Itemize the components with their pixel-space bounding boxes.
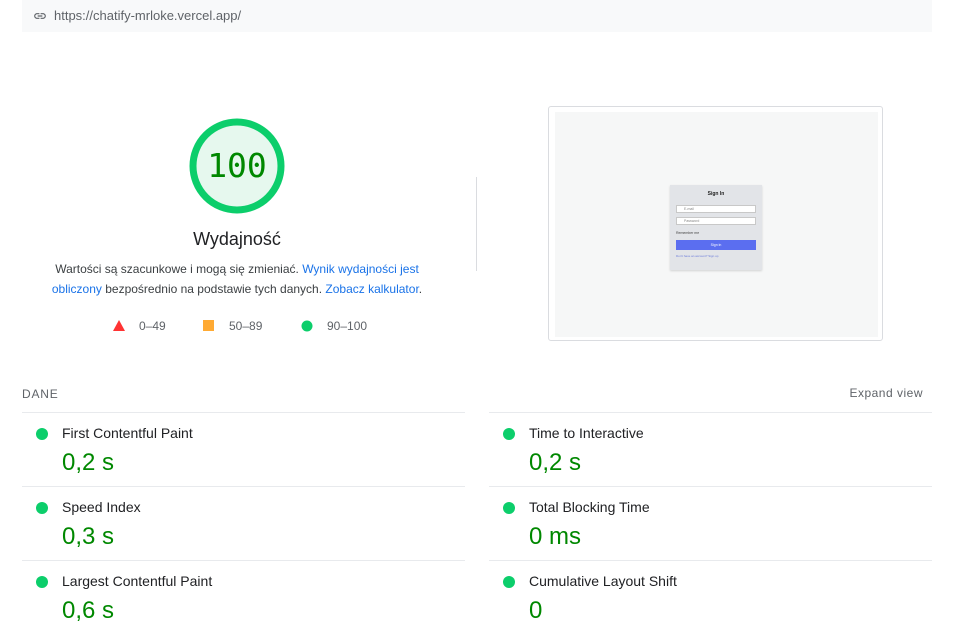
pass-circle-icon (503, 428, 515, 440)
metric-largest-contentful-paint: Largest Contentful Paint 0,6 s (22, 560, 465, 635)
pass-circle-icon (503, 502, 515, 514)
metric-cumulative-layout-shift: Cumulative Layout Shift 0 (489, 560, 932, 635)
metric-total-blocking-time: Total Blocking Time 0 ms (489, 486, 932, 561)
metric-value: 0 ms (529, 523, 582, 550)
expand-view-button[interactable]: Expand view (849, 386, 923, 400)
link-icon (34, 13, 46, 19)
performance-title: Wydajność (193, 229, 281, 249)
metric-value: 0 (529, 597, 543, 624)
description-text-3: . (418, 282, 423, 296)
screenshot-viewport: Sign In E-mail Password Remember me Sign… (555, 112, 878, 337)
calculator-link[interactable]: Zobacz kalkulator (325, 282, 418, 296)
url-bar: https://chatify-mrloke.vercel.app/ (22, 0, 932, 32)
square-icon (203, 320, 214, 331)
email-field-preview: E-mail (676, 205, 756, 213)
metric-value: 0,3 s (62, 523, 115, 550)
score-description: Wartości są szacunkowe i mogą się zmieni… (40, 259, 434, 299)
signin-button-preview: Sign in (676, 240, 756, 250)
remember-me-preview: Remember me (676, 231, 700, 235)
metric-time-to-interactive: Time to Interactive 0,2 s (489, 412, 932, 487)
pass-circle-icon (503, 576, 515, 588)
description-text: Wartości są szacunkowe i mogą się zmieni… (55, 262, 303, 276)
legend-label-fail: 0–49 (139, 319, 166, 333)
description-text-2: bezpośrednio na podstawie tych danych. (101, 282, 326, 296)
circle-icon (301, 320, 313, 332)
password-field-preview: Password (676, 217, 756, 225)
signup-link-preview: Don't have an account? Sign up (676, 254, 719, 258)
vertical-divider (476, 177, 477, 271)
metric-name: Largest Contentful Paint (62, 573, 213, 589)
performance-score: 100 (207, 146, 267, 185)
page-url[interactable]: https://chatify-mrloke.vercel.app/ (54, 8, 241, 23)
signin-title: Sign In (707, 191, 725, 197)
triangle-icon (113, 320, 125, 331)
signin-card-preview: Sign In E-mail Password Remember me Sign… (670, 185, 762, 270)
pass-circle-icon (36, 576, 48, 588)
metric-name: Cumulative Layout Shift (529, 573, 677, 589)
metric-value: 0,2 s (529, 449, 582, 476)
legend-label-pass: 90–100 (327, 319, 368, 333)
final-screenshot[interactable]: Sign In E-mail Password Remember me Sign… (548, 106, 883, 341)
metric-value: 0,6 s (62, 597, 115, 624)
metrics-heading: DANE (22, 387, 59, 401)
legend-label-average: 50–89 (229, 319, 263, 333)
pass-circle-icon (36, 502, 48, 514)
metric-name: Speed Index (62, 499, 141, 515)
metric-first-contentful-paint: First Contentful Paint 0,2 s (22, 412, 465, 487)
metric-name: Time to Interactive (529, 425, 644, 441)
metric-value: 0,2 s (62, 449, 115, 476)
pass-circle-icon (36, 428, 48, 440)
metric-name: Total Blocking Time (529, 499, 650, 515)
performance-gauge: 100 (188, 117, 286, 215)
metric-speed-index: Speed Index 0,3 s (22, 486, 465, 561)
metric-name: First Contentful Paint (62, 425, 193, 441)
